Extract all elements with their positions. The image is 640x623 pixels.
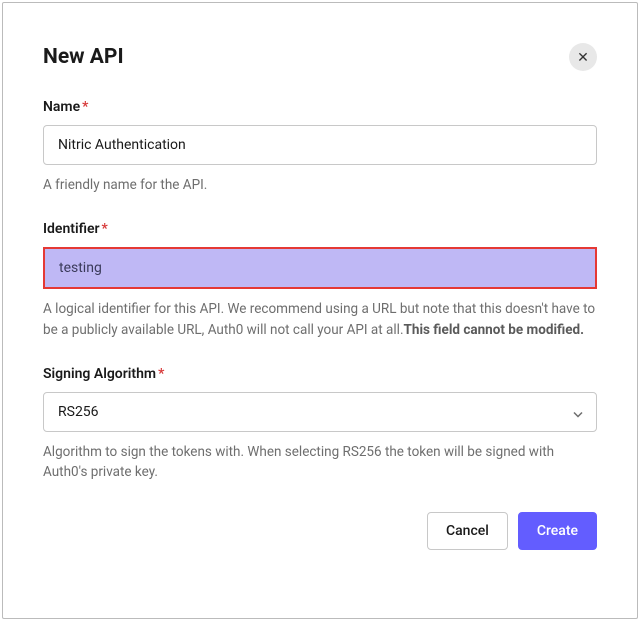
cancel-button[interactable]: Cancel <box>427 512 508 550</box>
identifier-label-text: Identifier <box>43 221 100 237</box>
required-asterisk: * <box>82 99 88 115</box>
algorithm-field-group: Signing Algorithm* RS256 Algorithm to si… <box>43 366 597 483</box>
algorithm-select-wrapper: RS256 <box>43 392 597 432</box>
identifier-field-group: Identifier* A logical identifier for thi… <box>43 221 597 340</box>
algorithm-select[interactable]: RS256 <box>43 392 597 432</box>
modal-footer: Cancel Create <box>43 512 597 550</box>
name-label: Name* <box>43 99 597 115</box>
modal-header: New API ✕ <box>43 43 597 71</box>
required-asterisk: * <box>102 221 108 237</box>
identifier-help-part2: This field cannot be modified. <box>404 322 585 338</box>
new-api-modal: New API ✕ Name* A friendly name for the … <box>2 2 638 619</box>
algorithm-help-text: Algorithm to sign the tokens with. When … <box>43 442 597 483</box>
identifier-label: Identifier* <box>43 221 597 237</box>
name-help-text: A friendly name for the API. <box>43 175 597 195</box>
modal-title: New API <box>43 45 124 69</box>
name-label-text: Name <box>43 99 80 115</box>
required-asterisk: * <box>158 366 164 382</box>
identifier-help-text: A logical identifier for this API. We re… <box>43 299 597 340</box>
close-icon: ✕ <box>577 49 589 66</box>
create-button[interactable]: Create <box>518 512 597 550</box>
algorithm-label: Signing Algorithm* <box>43 366 597 382</box>
algorithm-label-text: Signing Algorithm <box>43 366 156 382</box>
name-field-group: Name* A friendly name for the API. <box>43 99 597 195</box>
identifier-input[interactable] <box>43 247 597 289</box>
name-input[interactable] <box>43 125 597 165</box>
close-button[interactable]: ✕ <box>569 43 597 71</box>
